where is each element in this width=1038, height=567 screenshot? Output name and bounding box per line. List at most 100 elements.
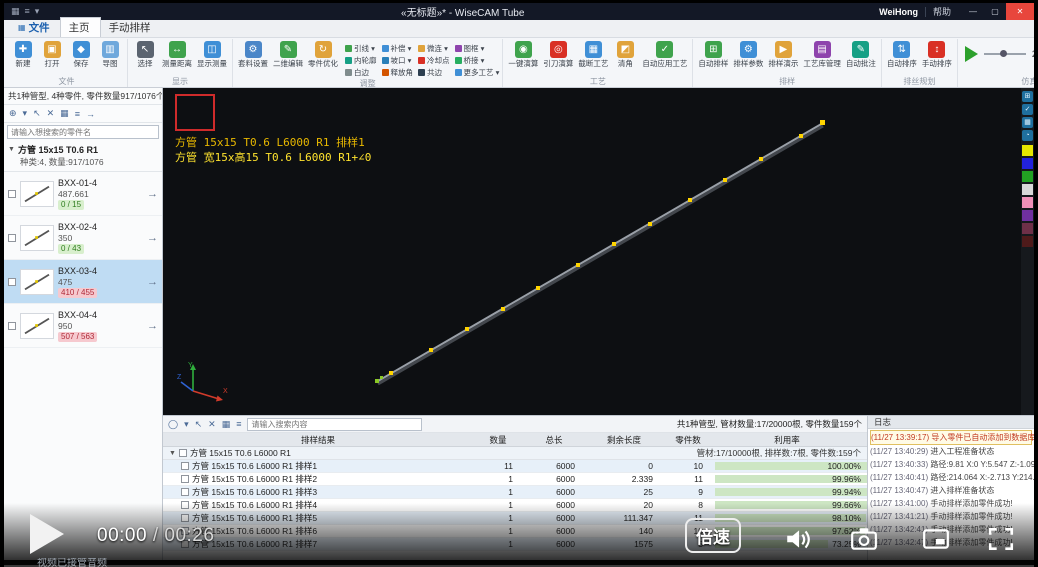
row-checkbox[interactable] [181, 540, 189, 548]
parts-toolbar-icon[interactable]: ✕ [47, 108, 55, 119]
header-utilization[interactable]: 利用率 [713, 434, 867, 446]
part-detail-arrow[interactable]: → [147, 188, 158, 200]
part-detail-arrow[interactable]: → [147, 232, 158, 244]
parts-toolbar-icon[interactable]: ≡ [75, 109, 80, 119]
ribbon-button[interactable]: ⊞ 自动排样 [696, 40, 730, 68]
ribbon-button[interactable]: ◉ 一键演算 [506, 40, 540, 68]
header-parts[interactable]: 零件数 [663, 434, 713, 446]
parts-toolbar-icon[interactable]: → [86, 109, 95, 119]
header-rest[interactable]: 剩余长度 [585, 434, 663, 446]
color-swatch[interactable] [1022, 197, 1033, 208]
ribbon-button[interactable]: ◆ 保存 [67, 40, 95, 68]
color-swatch[interactable] [1022, 145, 1033, 156]
nest-search-input[interactable] [248, 420, 421, 429]
part-detail-arrow[interactable]: → [147, 276, 158, 288]
color-swatch[interactable] [1022, 171, 1033, 182]
header-length[interactable]: 总长 [523, 434, 585, 446]
header-qty[interactable]: 数量 [473, 434, 523, 446]
part-row[interactable]: BXX-04-4 950 507 / 563 → [4, 304, 162, 348]
color-swatch[interactable] [1022, 158, 1033, 169]
menu-tab[interactable]: 主页 [60, 17, 101, 37]
ribbon-button[interactable]: ✓ 自动应用工艺 [640, 40, 689, 68]
ribbon-button[interactable]: ◫ 显示测量 [195, 40, 229, 68]
group-expander-icon[interactable]: ▼ [169, 450, 176, 457]
ribbon-small-button[interactable]: 内轮廓 [345, 54, 377, 66]
ribbon-button[interactable]: ▤ 工艺库管理 [801, 40, 843, 68]
parts-search-input[interactable] [8, 128, 158, 137]
ribbon-button[interactable]: ✎ 二维编辑 [271, 40, 305, 68]
parts-toolbar-icon[interactable]: ⊕ [9, 108, 17, 119]
part-checkbox[interactable] [8, 234, 16, 242]
ribbon-button[interactable]: ↖ 选择 [131, 40, 159, 68]
close-button[interactable]: ✕ [1006, 3, 1034, 20]
strip-tool-icon[interactable]: ◔ [1022, 130, 1033, 141]
ribbon-small-button[interactable]: 冷却点 [418, 54, 450, 66]
ribbon-small-button[interactable]: 释放角 [382, 66, 414, 78]
row-checkbox[interactable] [181, 527, 189, 535]
ribbon-small-button[interactable]: 白边 [345, 66, 377, 78]
ribbon-button[interactable]: ↕ 手动排序 [920, 40, 954, 68]
row-checkbox[interactable] [181, 462, 189, 470]
color-swatch[interactable] [1022, 236, 1033, 247]
slider-knob[interactable] [1000, 50, 1007, 57]
ribbon-button[interactable]: ✚ 新建 [9, 40, 37, 68]
help-button[interactable]: 帮助 [933, 5, 951, 18]
menu-tab[interactable]: ▦ 文件 [10, 18, 60, 37]
menu-tab[interactable]: 手动排样 [101, 18, 161, 37]
ribbon-small-button[interactable]: 更多工艺 ▾ [455, 66, 500, 78]
ribbon-small-button[interactable]: 微连 ▾ [418, 42, 450, 54]
row-checkbox[interactable] [181, 514, 189, 522]
color-swatch[interactable] [1022, 223, 1033, 234]
ribbon-button[interactable]: ◩ 清角 [611, 40, 639, 68]
color-swatch[interactable] [1022, 210, 1033, 221]
nest-table-row[interactable]: 方管 15x15 T0.6 L6000 R1 排样2 1 6000 2.339 … [163, 473, 867, 486]
ribbon-small-button[interactable]: 引线 ▾ [345, 42, 377, 54]
row-checkbox[interactable] [181, 475, 189, 483]
nest-table-row[interactable]: 方管 15x15 T0.6 L6000 R1 排样7 1 6000 1575 5… [163, 538, 867, 551]
parts-tree-node[interactable]: ▼ 方管 15x15 T0.6 R1 种类:4, 数量:917/1076 [4, 141, 162, 172]
part-row[interactable]: BXX-01-4 487.661 0 / 15 → [4, 172, 162, 216]
simulation-speed-slider[interactable] [984, 49, 1026, 59]
ribbon-button[interactable]: ◎ 引刀演算 [541, 40, 575, 68]
ribbon-button[interactable]: ▶ 排样演示 [766, 40, 800, 68]
strip-tool-icon[interactable]: ▦ [1022, 117, 1033, 128]
nest-table-row[interactable]: 方管 15x15 T0.6 L6000 R1 排样4 1 6000 20 8 9… [163, 499, 867, 512]
part-checkbox[interactable] [8, 278, 16, 286]
strip-tool-icon[interactable]: ⊞ [1022, 91, 1033, 102]
ribbon-button[interactable]: ▣ 打开 [38, 40, 66, 68]
ribbon-button[interactable]: ↻ 零件优化 [306, 40, 340, 68]
row-checkbox[interactable] [181, 501, 189, 509]
strip-tool-icon[interactable]: ✓ [1022, 104, 1033, 115]
ribbon-small-button[interactable]: 图框 ▾ [455, 42, 500, 54]
part-row[interactable]: BXX-02-4 350 0 / 43 → [4, 216, 162, 260]
ribbon-small-button[interactable]: 桥接 ▾ [455, 54, 500, 66]
ribbon-button[interactable]: ▦ 截断工艺 [576, 40, 610, 68]
ribbon-small-button[interactable]: 共边 [418, 66, 450, 78]
nest-table-row[interactable]: 方管 15x15 T0.6 L6000 R1 排样5 1 6000 111.34… [163, 512, 867, 525]
part-checkbox[interactable] [8, 190, 16, 198]
color-swatch[interactable] [1022, 184, 1033, 195]
simulation-play-button[interactable] [965, 46, 978, 62]
minimize-button[interactable]: — [962, 3, 984, 20]
tree-expander-icon[interactable]: ▼ [8, 146, 15, 153]
maximize-button[interactable]: ▢ [984, 3, 1006, 20]
parts-toolbar-icon[interactable]: ▾ [23, 108, 28, 119]
nest-table-row[interactable]: 方管 15x15 T0.6 L6000 R1 排样6 1 6000 140 10… [163, 525, 867, 538]
group-checkbox[interactable] [179, 449, 187, 457]
ribbon-button[interactable]: ▥ 导图 [96, 40, 124, 68]
row-checkbox[interactable] [181, 488, 189, 496]
parts-toolbar-icon[interactable]: ↖ [33, 108, 41, 119]
part-checkbox[interactable] [8, 322, 16, 330]
log-title[interactable]: 日志 [868, 416, 1034, 429]
ribbon-button[interactable]: ⚙ 套料设置 [236, 40, 270, 68]
ribbon-button[interactable]: ↔ 测量距离 [160, 40, 194, 68]
viewport-3d[interactable]: 方管 15x15 T0.6 L6000 R1 排样1 方管 宽15x高15 T0… [163, 88, 1021, 415]
ribbon-button[interactable]: ✎ 自动批注 [844, 40, 878, 68]
nest-table-row[interactable]: 方管 15x15 T0.6 L6000 R1 排样3 1 6000 25 9 9… [163, 486, 867, 499]
parts-toolbar-icon[interactable]: ▦ [60, 108, 69, 119]
nest-table-row[interactable]: 方管 15x15 T0.6 L6000 R1 排样1 11 6000 0 10 … [163, 460, 867, 473]
ribbon-button[interactable]: ⚙ 排样参数 [731, 40, 765, 68]
nest-group-row[interactable]: ▼ 方管 15x15 T0.6 L6000 R1 管材:17/10000根, 排… [163, 447, 867, 460]
ribbon-small-button[interactable]: 补偿 ▾ [382, 42, 414, 54]
part-detail-arrow[interactable]: → [147, 320, 158, 332]
